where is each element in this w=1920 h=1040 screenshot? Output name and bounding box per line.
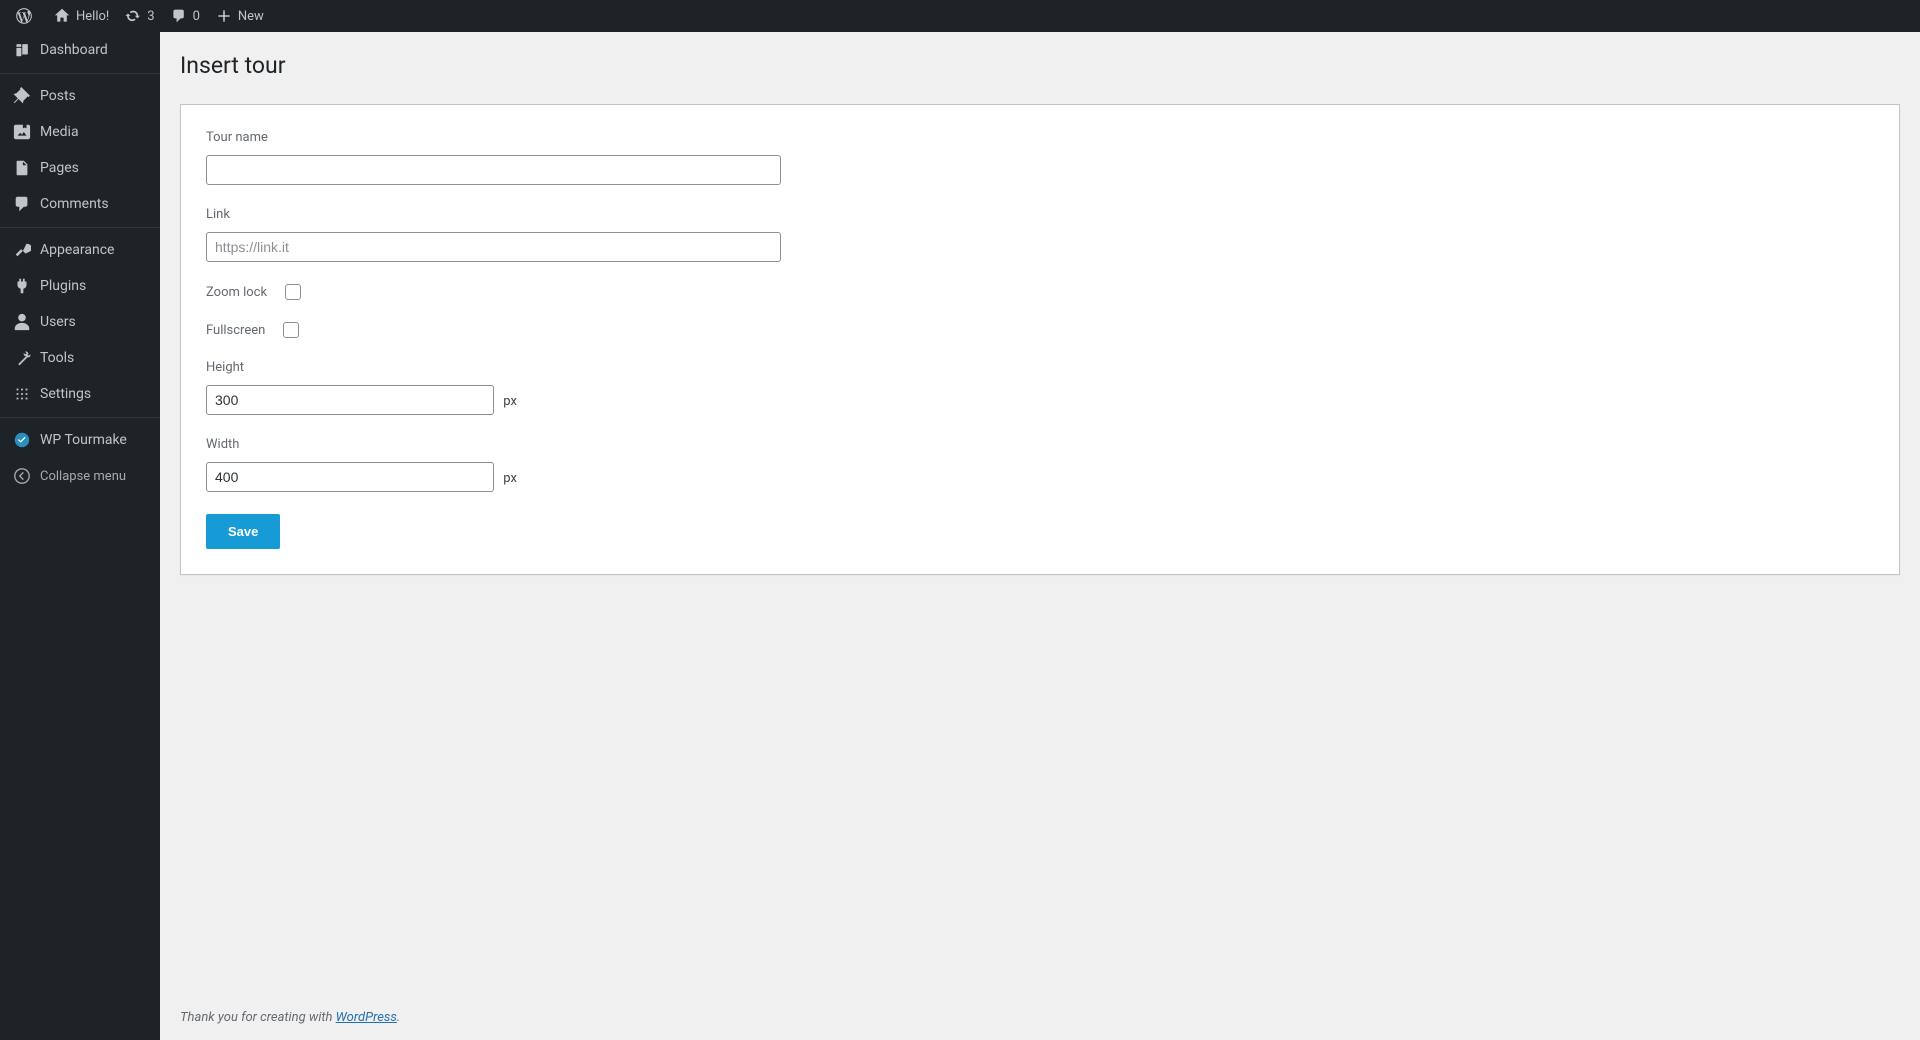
zoom-lock-label: Zoom lock	[206, 285, 267, 300]
wordpress-link[interactable]: WordPress	[336, 1010, 397, 1025]
comment-icon	[171, 8, 187, 24]
site-name: Hello!	[76, 9, 109, 24]
content-area: Insert tour Tour name Link Zoom lock Ful…	[160, 0, 1920, 1040]
sidebar-item-media[interactable]: Media	[0, 114, 160, 150]
sidebar-item-wp-tourmake[interactable]: WP Tourmake	[0, 422, 160, 458]
collapse-icon	[12, 466, 32, 486]
site-name-menu[interactable]: Hello!	[46, 0, 117, 32]
zoom-lock-checkbox[interactable]	[285, 284, 301, 300]
tour-name-label: Tour name	[206, 130, 1874, 145]
sidebar-item-pages[interactable]: Pages	[0, 150, 160, 186]
height-label: Height	[206, 360, 1874, 375]
comments-menu[interactable]: 0	[163, 0, 208, 32]
wordpress-icon	[16, 8, 32, 24]
link-label: Link	[206, 207, 1874, 222]
height-unit: px	[503, 394, 517, 409]
collapse-label: Collapse menu	[40, 469, 126, 484]
sidebar-item-label: Appearance	[40, 242, 114, 258]
tour-name-input[interactable]	[206, 155, 781, 185]
sidebar-item-dashboard[interactable]: Dashboard	[0, 32, 160, 68]
sidebar-item-label: Pages	[40, 160, 79, 176]
plugins-icon	[12, 276, 32, 296]
footer-thanks-suffix: .	[397, 1010, 400, 1025]
fullscreen-label: Fullscreen	[206, 323, 265, 338]
sidebar-item-tools[interactable]: Tools	[0, 340, 160, 376]
sidebar-item-label: Tools	[40, 350, 74, 366]
collapse-menu[interactable]: Collapse menu	[0, 458, 160, 494]
sidebar-item-label: Users	[40, 314, 76, 330]
new-content-menu[interactable]: New	[208, 0, 272, 32]
admin-bar: Hello! 3 0 New	[0, 0, 1920, 32]
form-card: Tour name Link Zoom lock Fullscreen Heig…	[180, 104, 1900, 575]
comments-count: 0	[193, 9, 200, 24]
home-icon	[54, 8, 70, 24]
users-icon	[12, 312, 32, 332]
settings-icon	[12, 384, 32, 404]
updates-count: 3	[147, 9, 154, 24]
tourmake-icon	[12, 430, 32, 450]
width-label: Width	[206, 437, 1874, 452]
save-button[interactable]: Save	[206, 514, 280, 549]
height-input[interactable]	[206, 385, 494, 415]
tools-icon	[12, 348, 32, 368]
sidebar-item-settings[interactable]: Settings	[0, 376, 160, 412]
pages-icon	[12, 158, 32, 178]
sidebar-item-label: Media	[40, 124, 79, 140]
sidebar-item-label: Comments	[40, 196, 109, 212]
comments-icon	[12, 194, 32, 214]
new-label: New	[238, 9, 264, 24]
width-input[interactable]	[206, 462, 494, 492]
plus-icon	[216, 8, 232, 24]
sidebar-item-plugins[interactable]: Plugins	[0, 268, 160, 304]
sidebar-item-label: Dashboard	[40, 42, 108, 58]
footer-thanks-prefix: Thank you for creating with	[180, 1010, 336, 1025]
width-unit: px	[503, 471, 517, 486]
fullscreen-checkbox[interactable]	[283, 322, 299, 338]
footer: Thank you for creating with WordPress.	[160, 995, 1920, 1040]
appearance-icon	[12, 240, 32, 260]
wp-logo-menu[interactable]	[8, 0, 46, 32]
sidebar-item-label: Posts	[40, 88, 76, 104]
update-icon	[125, 8, 141, 24]
sidebar-item-posts[interactable]: Posts	[0, 78, 160, 114]
admin-sidebar: Dashboard Posts Media Pages Comments	[0, 32, 160, 1040]
media-icon	[12, 122, 32, 142]
sidebar-item-users[interactable]: Users	[0, 304, 160, 340]
pin-icon	[12, 86, 32, 106]
sidebar-item-appearance[interactable]: Appearance	[0, 232, 160, 268]
sidebar-item-label: WP Tourmake	[40, 432, 127, 448]
page-title: Insert tour	[180, 32, 1900, 89]
sidebar-item-label: Settings	[40, 386, 91, 402]
sidebar-item-comments[interactable]: Comments	[0, 186, 160, 222]
dashboard-icon	[12, 40, 32, 60]
updates-menu[interactable]: 3	[117, 0, 162, 32]
link-input[interactable]	[206, 232, 781, 262]
sidebar-item-label: Plugins	[40, 278, 86, 294]
